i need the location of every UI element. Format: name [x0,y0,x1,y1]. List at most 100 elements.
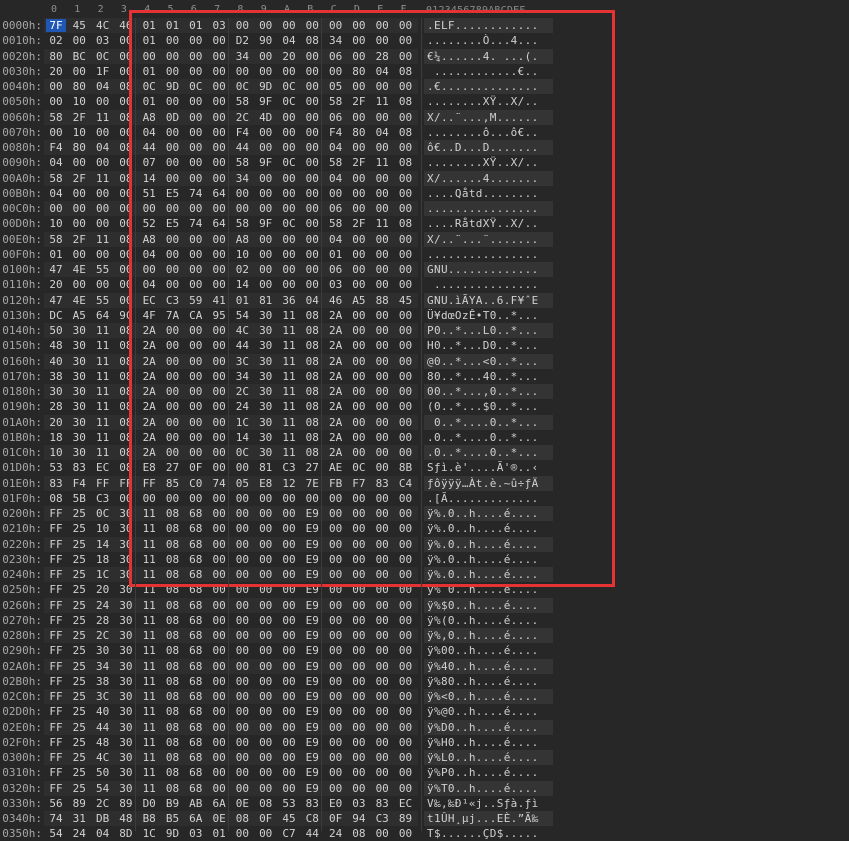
hex-byte[interactable]: 30 [116,522,136,535]
hex-byte[interactable]: 00 [396,614,416,627]
hex-byte[interactable]: 46 [116,19,136,32]
ascii-text[interactable]: ÿ%.0..h....é.... [427,538,539,551]
hex-byte[interactable]: 00 [46,95,66,108]
hex-byte[interactable]: 00 [232,583,252,596]
hex-byte[interactable]: C3 [372,812,392,825]
hex-byte[interactable]: 10 [232,248,252,261]
hex-byte[interactable]: 30 [116,751,136,764]
hex-byte[interactable]: 25 [69,522,89,535]
hex-byte[interactable]: 00 [396,766,416,779]
hex-byte[interactable]: FF [46,538,66,551]
hex-byte[interactable]: 00 [116,202,136,215]
hex-row[interactable]: 0190h: 28 30 11 08 2A 00 00 00 24 30 11 08 2A 00 00 00 (0… [0,399,849,414]
hex-byte[interactable]: 68 [186,568,206,581]
hex-byte[interactable]: 00 [186,385,206,398]
hex-row[interactable]: 02B0h: FF 25 38 30 11 08 68 00 00 00 00 E9 00 00 00 00 ÿ%… [0,674,849,689]
hex-row[interactable]: 0000h: 7F 45 4C 46 01 01 01 03 00 00 00 00 00 00 00 00 .E… [0,18,849,33]
hex-byte[interactable]: FF [46,751,66,764]
hex-byte[interactable]: 25 [69,690,89,703]
hex-byte[interactable]: 2F [349,156,369,169]
hex-byte[interactable]: 68 [186,751,206,764]
hex-byte[interactable]: 00 [349,34,369,47]
hex-byte[interactable]: 00 [209,34,229,47]
hex-byte[interactable]: 00 [396,50,416,63]
hex-byte[interactable]: 00 [396,782,416,795]
hex-byte[interactable]: 00 [302,278,322,291]
hex-byte[interactable]: 0F [186,461,206,474]
hex-byte[interactable]: 58 [326,156,346,169]
hex-byte[interactable]: 2A [326,416,346,429]
hex-byte[interactable]: 08 [163,675,183,688]
hex-byte[interactable]: 00 [349,675,369,688]
hex-byte[interactable]: 00 [372,690,392,703]
hex-byte[interactable]: 00 [139,202,159,215]
hex-byte[interactable]: 00 [279,111,299,124]
hex-byte[interactable]: 00 [232,187,252,200]
hex-byte[interactable]: 00 [372,538,392,551]
hex-byte[interactable]: 00 [209,385,229,398]
hex-byte[interactable]: 50 [93,766,113,779]
hex-byte[interactable]: 2F [69,172,89,185]
hex-byte[interactable]: 30 [116,675,136,688]
hex-byte[interactable]: 04 [372,65,392,78]
hex-byte[interactable]: 2A [139,416,159,429]
hex-byte[interactable]: 08 [163,721,183,734]
hex-byte[interactable]: 00 [372,614,392,627]
hex-byte[interactable]: 20 [93,583,113,596]
hex-byte[interactable]: 00 [372,355,392,368]
hex-byte[interactable]: 00 [372,324,392,337]
hex-row[interactable]: 0040h: 00 80 04 08 0C 9D 0C 00 0C 9D 0C 00 05 00 00 00 .€… [0,79,849,94]
hex-byte[interactable]: 08 [163,629,183,642]
hex-byte[interactable]: 00 [256,690,276,703]
hex-byte[interactable]: 08 [302,370,322,383]
hex-byte[interactable]: 00 [232,751,252,764]
hex-byte[interactable]: C3 [279,461,299,474]
hex-byte[interactable]: E9 [302,782,322,795]
hex-byte[interactable]: 9F [256,95,276,108]
hex-byte[interactable]: 30 [116,690,136,703]
hex-byte[interactable]: 68 [186,736,206,749]
hex-byte[interactable]: 00 [256,705,276,718]
hex-byte[interactable]: 11 [279,400,299,413]
hex-byte[interactable]: 00 [326,629,346,642]
hex-byte[interactable]: 80 [349,126,369,139]
hex-byte[interactable]: 11 [139,614,159,627]
ascii-text[interactable]: ........XŸ..X/.. [427,156,539,169]
ascii-text[interactable]: ........Ò...4... [427,34,539,47]
hex-byte[interactable]: 11 [139,751,159,764]
hex-byte[interactable]: 2A [139,431,159,444]
hex-byte[interactable]: 4E [69,294,89,307]
hex-byte[interactable]: 00 [396,263,416,276]
hex-byte[interactable]: 00 [139,492,159,505]
hex-byte[interactable]: 00 [279,538,299,551]
hex-byte[interactable]: 14 [93,538,113,551]
hex-byte[interactable]: 00 [69,278,89,291]
hex-byte[interactable]: 00 [232,19,252,32]
hex-byte[interactable]: FF [139,477,159,490]
ascii-text[interactable]: ÿ%.0..h....é.... [427,522,539,535]
hex-byte[interactable]: E9 [302,568,322,581]
hex-byte[interactable]: 00 [69,187,89,200]
hex-byte[interactable]: 48 [93,736,113,749]
hex-byte[interactable]: 10 [93,522,113,535]
hex-byte[interactable]: 08 [46,492,66,505]
ascii-text[interactable]: ........XŸ..X/.. [427,95,539,108]
hex-byte[interactable]: 06 [326,202,346,215]
hex-byte[interactable]: 00 [372,736,392,749]
hex-byte[interactable]: 00 [209,538,229,551]
hex-byte[interactable]: 00 [396,538,416,551]
hex-byte[interactable]: 00 [349,766,369,779]
hex-row[interactable]: 0350h: 54 24 04 8D 1C 9D 03 01 00 00 C7 44 24 08 00 00 T$… [0,826,849,841]
hex-byte[interactable]: 00 [349,690,369,703]
hex-byte[interactable]: 00 [302,233,322,246]
hex-byte[interactable]: 00 [396,507,416,520]
hex-byte[interactable]: E9 [302,553,322,566]
hex-byte[interactable]: 00 [256,583,276,596]
hex-byte[interactable]: 00 [279,568,299,581]
hex-byte[interactable]: 00 [116,492,136,505]
hex-byte[interactable]: 00 [209,111,229,124]
hex-byte[interactable]: 00 [93,126,113,139]
hex-byte[interactable]: 34 [232,172,252,185]
hex-byte[interactable]: 08 [163,766,183,779]
hex-byte[interactable]: 0D [163,111,183,124]
